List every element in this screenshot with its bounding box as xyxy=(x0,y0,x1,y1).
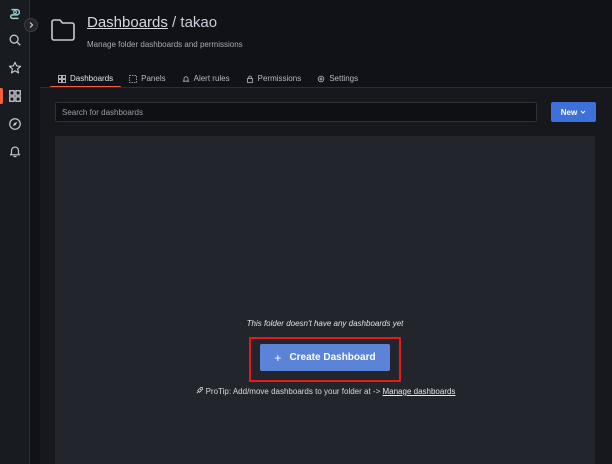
sidebar-expand-button[interactable] xyxy=(24,18,38,32)
breadcrumb-separator: / xyxy=(167,14,181,31)
create-dashboard-label: Create Dashboard xyxy=(289,352,376,363)
bell-icon xyxy=(182,75,190,82)
tab-permissions-label: Permissions xyxy=(257,74,302,83)
protip-text: ProTip: Add/move dashboards to your fold… xyxy=(205,387,383,396)
search-input[interactable] xyxy=(55,102,537,122)
create-dashboard-button[interactable]: + Create Dashboard xyxy=(260,344,390,371)
folder-icon xyxy=(51,19,75,41)
panels-icon xyxy=(129,74,138,83)
chevron-right-icon xyxy=(29,22,34,28)
search-icon[interactable] xyxy=(7,32,23,48)
tab-settings[interactable]: Settings xyxy=(309,70,366,87)
tab-permissions[interactable]: Permissions xyxy=(238,70,310,87)
apps-icon xyxy=(58,74,66,83)
page-title: Dashboards / takao xyxy=(87,14,217,31)
tab-dashboards[interactable]: Dashboards xyxy=(50,70,122,88)
protip: ProTip: Add/move dashboards to your fold… xyxy=(55,386,595,396)
rocket-icon xyxy=(196,386,203,394)
cog-icon xyxy=(318,75,325,82)
new-button-label: New xyxy=(560,107,578,117)
tab-alert-rules-label: Alert rules xyxy=(193,74,230,83)
empty-state-panel: This folder doesn't have any dashboards … xyxy=(55,136,595,464)
tab-panels-label: Panels xyxy=(141,74,166,83)
tab-panels[interactable]: Panels xyxy=(121,70,173,87)
grafana-logo-icon[interactable] xyxy=(7,6,23,22)
chevron-down-icon xyxy=(580,110,586,114)
alerting-bell-icon[interactable] xyxy=(7,143,23,159)
sidebar xyxy=(0,0,30,464)
dashboards-icon[interactable] xyxy=(7,88,23,104)
plus-icon: + xyxy=(274,350,282,365)
star-icon[interactable] xyxy=(7,60,23,76)
empty-state-message: This folder doesn't have any dashboards … xyxy=(246,319,404,328)
tab-dashboards-label: Dashboards xyxy=(70,74,114,83)
tab-alert-rules[interactable]: Alert rules xyxy=(174,70,238,87)
manage-dashboards-link[interactable]: Manage dashboards xyxy=(382,387,455,396)
page-subtitle: Manage folder dashboards and permissions xyxy=(87,40,243,49)
tab-settings-label: Settings xyxy=(329,74,359,83)
active-indicator xyxy=(0,88,3,104)
lock-icon xyxy=(246,75,253,83)
breadcrumb-dashboards-link[interactable]: Dashboards xyxy=(87,14,168,31)
folder-name: takao xyxy=(180,14,218,31)
explore-icon[interactable] xyxy=(7,116,23,132)
folder-tabs: Dashboards Panels Alert rules Permission… xyxy=(50,70,366,88)
new-button[interactable]: New xyxy=(551,102,596,122)
